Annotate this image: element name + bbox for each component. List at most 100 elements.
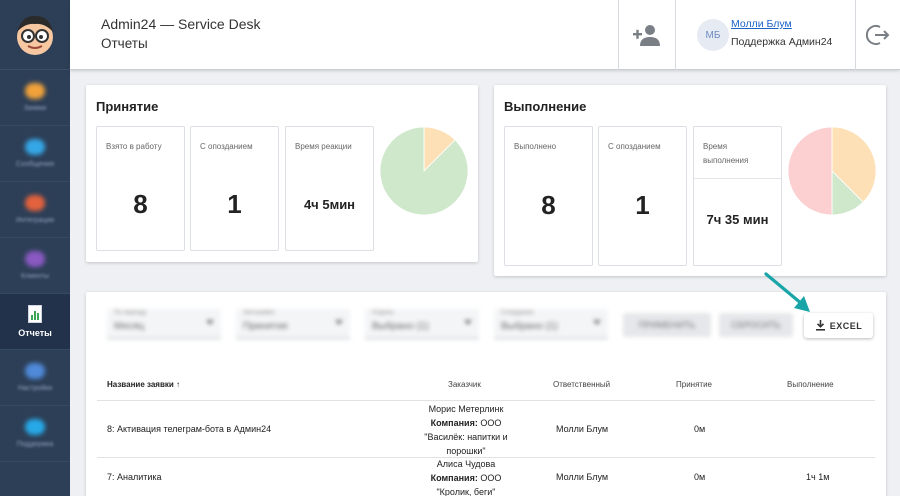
sidebar-item-icon <box>25 139 45 155</box>
filter-title: Сотрудники <box>501 310 534 316</box>
cell-responsible: Молли Блум <box>556 424 609 434</box>
stat-value: 1 <box>227 189 242 219</box>
stat-value: 8 <box>133 189 148 219</box>
sidebar-item-label: Клиенты <box>20 273 50 280</box>
sidebar-item-label: Поддержка <box>16 441 54 448</box>
stat-label: Время выполнения <box>703 142 749 165</box>
sidebar-item-5[interactable]: Отчеты <box>0 294 70 350</box>
sidebar-item-label: Интеграции <box>15 217 55 224</box>
column-header-name[interactable]: Название заявки ↑ <box>107 380 180 389</box>
company-label: Компания: <box>430 473 478 483</box>
stat-reaction-time: Время реакции 4ч 5мин <box>285 126 374 251</box>
acceptance-pie-slice <box>379 126 469 216</box>
sidebar-item-4[interactable]: Клиенты <box>0 238 70 294</box>
stat-label: Время реакции <box>295 142 352 151</box>
sidebar-item-label: Сообщения <box>16 161 54 168</box>
stat-done-late: С опозданием 1 <box>598 126 687 266</box>
stat-value: 4ч 5мин <box>303 197 356 212</box>
chevron-down-icon <box>593 320 601 325</box>
customer-company: Компания: ООО <box>406 471 526 485</box>
sidebar-item-2[interactable]: Сообщения <box>0 126 70 182</box>
cell-responsible: Молли Блум <box>556 472 609 482</box>
logout-button[interactable] <box>856 0 900 70</box>
column-header-customer[interactable]: Заказчик <box>448 380 481 389</box>
app-logo[interactable] <box>0 0 70 70</box>
customer-name: Морис Метерлинк <box>428 404 504 414</box>
company-line: ООО <box>480 473 502 483</box>
filter-auto-requests[interactable]: Автозаявки Принятие <box>236 309 350 339</box>
stat-late: С опозданием 1 <box>190 126 279 251</box>
completion-card: Выполнение Выполнено 8 С опозданием 1 Вр… <box>494 85 886 276</box>
user-avatar[interactable]: МБ <box>697 19 729 51</box>
customer-company: Компания: ООО <box>406 416 526 430</box>
chevron-down-icon <box>206 320 214 325</box>
chevron-down-icon <box>335 320 343 325</box>
cell-customer: Морис Метерлинк Компания: ООО "Василёк: … <box>406 402 526 458</box>
add-user-icon <box>633 25 660 46</box>
stat-value: 8 <box>541 190 556 220</box>
acceptance-card: Принятие Взято в работу 8 С опозданием 1… <box>86 85 478 262</box>
stat-value: 1 <box>635 190 650 220</box>
completion-pie-slice <box>787 126 833 216</box>
filter-title: По периоду <box>114 310 147 316</box>
sidebar-item-icon <box>25 251 45 267</box>
user-name-link[interactable]: Молли Блум <box>731 18 792 30</box>
export-excel-button[interactable]: EXCEL <box>804 313 873 338</box>
cell-request-name: 8: Активация телеграм-бота в Админ24 <box>107 424 272 434</box>
company-label: Компания: <box>430 418 478 428</box>
completion-title: Выполнение <box>504 99 587 114</box>
sidebar-item-1[interactable]: Заявки <box>0 70 70 126</box>
cell-acceptance: 0м <box>694 472 706 482</box>
stat-label: Выполнено <box>514 142 557 151</box>
sidebar: Заявки Сообщения Интеграции Клиенты Отчеты На… <box>0 0 70 496</box>
filter-title: Автозаявки <box>243 310 275 316</box>
sidebar-item-3[interactable]: Интеграции <box>0 182 70 238</box>
cell-customer: Алиса Чудова Компания: ООО "Кролик, беги… <box>406 457 526 496</box>
stat-taken: Взято в работу 8 <box>96 126 185 251</box>
filter-value: Выбрано (1) <box>501 321 558 332</box>
filter-value: Принятие <box>243 321 288 332</box>
sidebar-item-7[interactable]: Поддержка <box>0 406 70 462</box>
stat-label: С опозданием <box>608 142 661 151</box>
customer-name: Алиса Чудова <box>436 459 496 469</box>
filter-title: Отделы <box>372 310 394 316</box>
pointer-arrow-icon <box>764 272 810 312</box>
stat-label: Взято в работу <box>106 142 162 151</box>
stat-completion-time: Время выполнения 7ч 35 мин <box>693 126 782 266</box>
download-icon <box>815 320 825 331</box>
company-line: "Василёк: напитки и <box>424 432 508 442</box>
column-header-acceptance[interactable]: Принятие <box>676 380 712 389</box>
filter-value: Месяц <box>114 321 145 332</box>
avatar-logo-icon <box>17 15 53 55</box>
sidebar-item-label: Отчеты <box>18 328 52 338</box>
stat-divider <box>694 178 781 179</box>
column-header-responsible[interactable]: Ответственный <box>553 380 610 389</box>
sort-arrow-icon: ↑ <box>176 380 181 389</box>
stat-done: Выполнено 8 <box>504 126 593 266</box>
filter-employees[interactable]: Сотрудники Выбрано (1) <box>494 309 608 339</box>
filter-departments[interactable]: Отделы Выбрано (1) <box>365 309 479 339</box>
cell-request-name: 7: Аналитика <box>107 472 162 482</box>
acceptance-pie-chart <box>379 126 469 216</box>
apply-button[interactable]: ПРИМЕНИТЬ <box>623 313 711 337</box>
table-divider <box>97 400 875 401</box>
column-header-label: Название заявки <box>107 380 174 389</box>
sidebar-item-6[interactable]: Настройки <box>0 350 70 406</box>
add-user-button[interactable] <box>619 0 675 70</box>
logout-icon <box>866 25 890 45</box>
company-line: "Кролик, беги" <box>436 487 496 496</box>
export-excel-label: EXCEL <box>829 320 863 331</box>
sidebar-item-icon <box>25 195 45 211</box>
chevron-down-icon <box>464 320 472 325</box>
app-title: Admin24 — Service Desk <box>101 16 261 32</box>
sidebar-item-label: Заявки <box>23 105 47 112</box>
sidebar-item-icon <box>25 363 45 379</box>
company-line: порошки" <box>446 446 486 456</box>
filter-period[interactable]: По периоду Месяц <box>107 309 221 339</box>
page-title: Отчеты <box>101 36 148 51</box>
reports-icon <box>28 305 42 323</box>
cell-completion: 1ч 1м <box>806 472 830 482</box>
stat-label: С опозданием <box>200 142 253 151</box>
column-header-completion[interactable]: Выполнение <box>787 380 834 389</box>
filter-value: Выбрано (1) <box>372 321 429 332</box>
